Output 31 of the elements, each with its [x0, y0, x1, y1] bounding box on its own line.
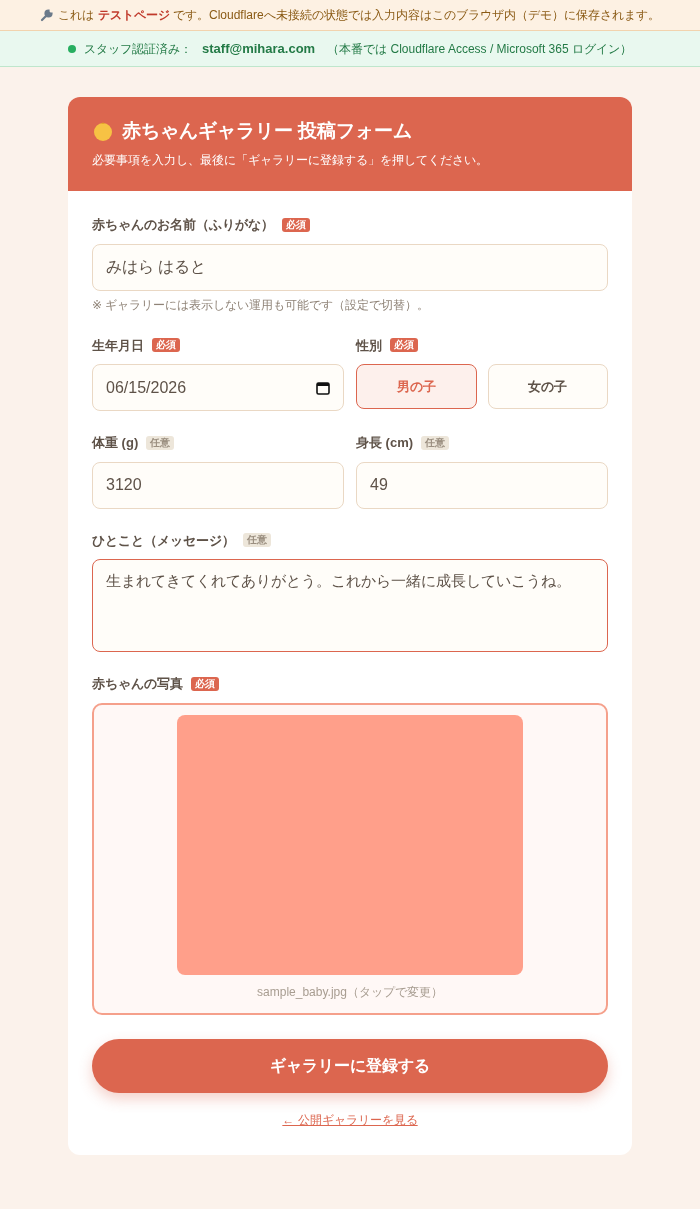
required-badge: 必須	[191, 676, 219, 691]
required-badge: 必須	[390, 338, 418, 353]
auth-label: スタッフ認証済み：	[84, 40, 193, 58]
text-field[interactable]: 49	[356, 461, 608, 509]
date-field[interactable]: 06/15/2026	[92, 364, 344, 411]
required-badge: 任意	[146, 435, 175, 450]
field-label: 体重 (g)	[92, 434, 139, 452]
form-subtitle: 必要事項を入力し、最後に「ギャラリーに登録する」を押してください。	[92, 151, 489, 169]
gender-option[interactable]: 女の子	[487, 364, 608, 409]
auth-note: （本番では Cloudflare Access / Microsoft 365 ログイン）	[327, 40, 632, 58]
field-hint: ※ ギャラリーには表示しない運用も可能です（設定で切替）。	[92, 296, 431, 314]
message-field[interactable]: 生まれてきてくれてありがとう。これから一緒に成長していこうね。	[92, 559, 608, 652]
field-label: 性別	[356, 336, 382, 355]
field-label: 赤ちゃんのお名前（ふりがな）	[92, 216, 274, 234]
field-label: 身長 (cm)	[356, 434, 414, 452]
test-notice: これは テストページ です。Cloudflareへ未接続の状態では入力内容はこのブラウザ内（デモ）に保存されます。	[58, 7, 660, 24]
field-label: 赤ちゃんの写真	[92, 675, 183, 693]
required-badge: 任意	[421, 435, 450, 450]
form-title: 赤ちゃんギャラリー 投稿フォーム	[122, 119, 413, 143]
text-field[interactable]: 3120	[92, 461, 344, 509]
required-badge: 任意	[243, 533, 271, 548]
file-name: sample_baby.jpg（タップで変更）	[257, 983, 443, 1001]
calendar-icon	[316, 380, 330, 395]
gallery-link[interactable]: ← 公開ギャラリーを見る	[282, 1110, 418, 1129]
field-label: 生年月日	[92, 336, 144, 355]
field-label: ひとこと（メッセージ）	[92, 531, 235, 550]
required-badge: 必須	[152, 338, 180, 353]
text-field[interactable]: みはら はると	[92, 243, 608, 291]
wrench-icon	[40, 8, 55, 22]
staff-email: staff@mihara.com	[202, 39, 316, 58]
required-badge: 必須	[282, 217, 310, 232]
